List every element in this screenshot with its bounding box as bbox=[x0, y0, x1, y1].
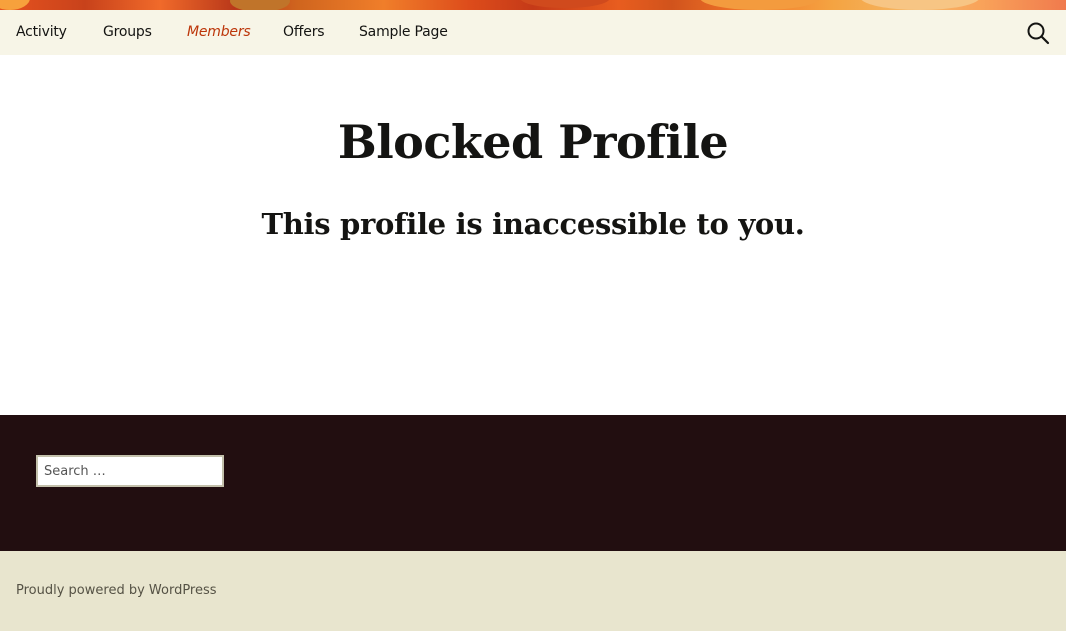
page-message: This profile is inaccessible to you. bbox=[261, 207, 805, 241]
banner-decoration bbox=[700, 0, 820, 10]
banner-decoration bbox=[0, 0, 30, 10]
nav-item-activity[interactable]: Activity bbox=[16, 10, 67, 55]
footer-widget-area bbox=[0, 415, 1066, 551]
banner-decoration bbox=[860, 0, 980, 10]
main-content: Blocked Profile This profile is inaccess… bbox=[0, 55, 1066, 415]
banner-decoration bbox=[520, 0, 610, 8]
nav-item-offers[interactable]: Offers bbox=[283, 10, 325, 55]
header-banner bbox=[0, 0, 1066, 10]
nav-item-sample-page[interactable]: Sample Page bbox=[359, 10, 448, 55]
powered-by-link[interactable]: Proudly powered by WordPress bbox=[16, 583, 217, 598]
site-info: Proudly powered by WordPress bbox=[0, 551, 1066, 631]
nav-item-members[interactable]: Members bbox=[187, 10, 251, 55]
page-title: Blocked Profile bbox=[337, 115, 729, 169]
search-icon[interactable] bbox=[1026, 21, 1050, 45]
nav-item-groups[interactable]: Groups bbox=[103, 10, 152, 55]
main-navigation: Activity Groups Members Offers Sample Pa… bbox=[0, 10, 1066, 55]
search-input[interactable] bbox=[36, 455, 224, 487]
banner-decoration bbox=[230, 0, 290, 10]
footer-search-form bbox=[36, 455, 224, 487]
